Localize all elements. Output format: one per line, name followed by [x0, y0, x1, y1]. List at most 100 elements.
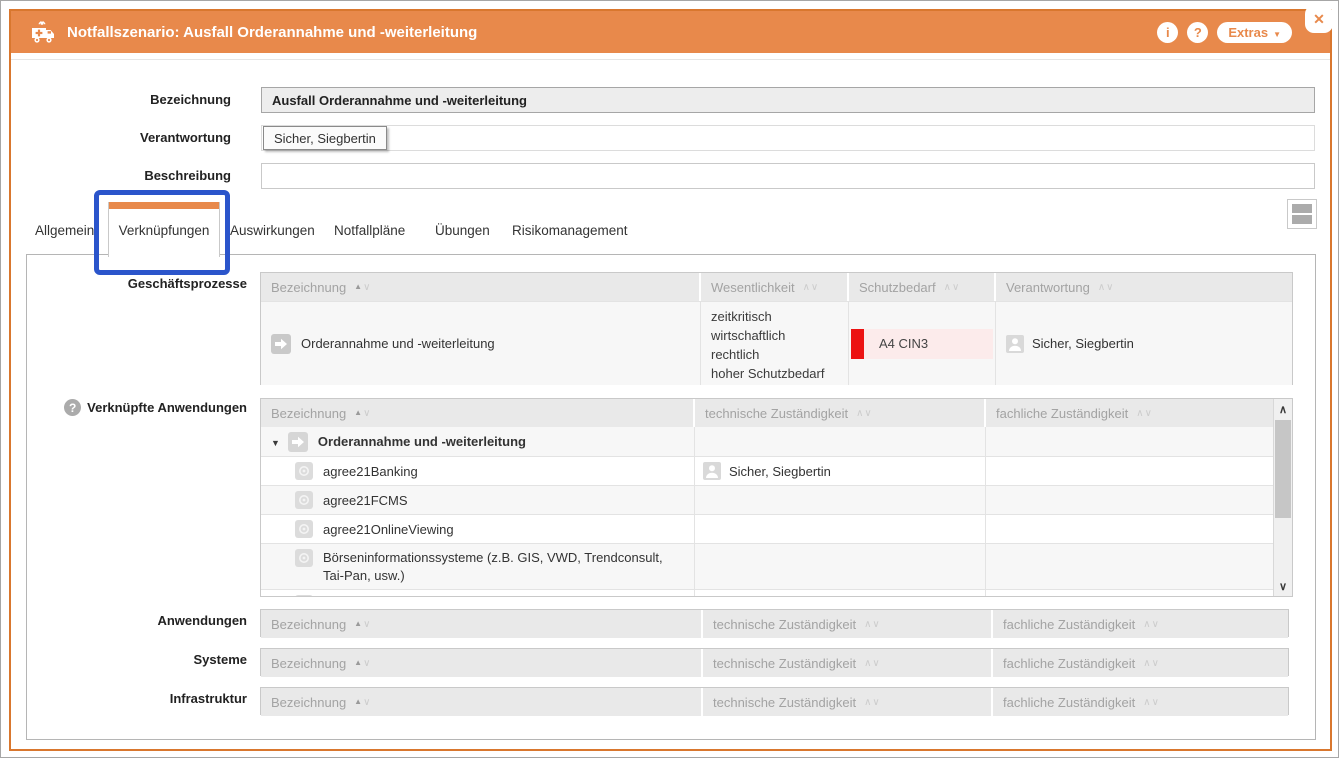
cell-bezeichnung: Orderannahme und -weiterleitung	[261, 302, 701, 385]
column-header-bezeichnung[interactable]: Bezeichnung	[261, 649, 703, 677]
column-header-schutzbedarf[interactable]: Schutzbedarf	[849, 273, 996, 301]
verantwortung-field[interactable]: Sicher, Siegbertin	[261, 125, 1315, 151]
column-header-label: fachliche Zuständigkeit	[1003, 617, 1135, 632]
column-header-technische-zustaendigkeit[interactable]: technische Zuständigkeit	[703, 649, 993, 677]
sort-icon	[864, 619, 881, 630]
cell-schutzbedarf: A4 CIN3	[849, 302, 996, 385]
tree-parent-row[interactable]: Orderannahme und -weiterleitung	[261, 427, 1273, 456]
column-header-bezeichnung[interactable]: Bezeichnung	[261, 273, 701, 301]
help-icon: ?	[1194, 25, 1202, 40]
scrollbar-down-button[interactable]	[1274, 576, 1292, 596]
sort-icon	[1136, 408, 1153, 419]
table-header-row: Bezeichnung technische Zuständigkeit fac…	[261, 610, 1288, 638]
column-header-label: Verantwortung	[1006, 280, 1090, 295]
extras-button[interactable]: Extras	[1217, 22, 1292, 43]
cell-fachliche-zustaendigkeit	[986, 457, 1273, 485]
column-header-bezeichnung[interactable]: Bezeichnung	[261, 610, 703, 638]
bezeichnung-field[interactable]: Ausfall Orderannahme und -weiterleitung	[261, 87, 1315, 113]
tab-notfallplaene[interactable]: Notfallpläne	[334, 223, 405, 238]
column-header-technische-zustaendigkeit[interactable]: technische Zuständigkeit	[703, 688, 993, 716]
column-header-bezeichnung[interactable]: Bezeichnung	[261, 688, 703, 716]
process-name: Orderannahme und -weiterleitung	[318, 434, 526, 449]
cell-technische-zustaendigkeit	[695, 486, 986, 514]
table-row-partial[interactable]	[261, 589, 1273, 596]
column-header-wesentlichkeit[interactable]: Wesentlichkeit	[701, 273, 849, 301]
table-row[interactable]: Börseninformationssysteme (z.B. GIS, VWD…	[261, 543, 1273, 589]
layout-toggle-button[interactable]	[1287, 199, 1317, 229]
help-button[interactable]: ?	[1187, 22, 1208, 43]
application-icon	[295, 491, 313, 509]
application-icon	[295, 549, 313, 567]
table-header-row: Bezeichnung technische Zuständigkeit fac…	[261, 688, 1288, 716]
info-button[interactable]: i	[1157, 22, 1178, 43]
geschaeftsprozesse-label: Geschäftsprozesse	[27, 276, 247, 291]
verantwortung-chip[interactable]: Sicher, Siegbertin	[263, 126, 387, 150]
verknuepfte-anwendungen-label: ? Verknüpfte Anwendungen	[27, 399, 247, 416]
tab-verknuepfungen-active[interactable]: Verknüpfungen	[108, 202, 220, 257]
column-header-label: technische Zuständigkeit	[713, 656, 856, 671]
cell-bezeichnung: Orderannahme und -weiterleitung	[261, 427, 695, 456]
ambulance-icon	[29, 20, 57, 44]
cell-fachliche-zustaendigkeit	[986, 515, 1273, 543]
section-label-text: Systeme	[194, 652, 247, 667]
sort-icon	[354, 697, 371, 708]
cell-technische-zustaendigkeit	[695, 515, 986, 543]
schutzbedarf-value: A4 CIN3	[879, 336, 928, 351]
wesentlichkeit-item: wirtschaftlich	[711, 326, 824, 345]
systeme-label: Systeme	[27, 652, 247, 667]
header-separator	[11, 59, 1330, 60]
technische-zustaendigkeit-value: Sicher, Siegbertin	[729, 464, 831, 479]
scrollbar-up-button[interactable]	[1274, 399, 1292, 419]
table-header-row: Bezeichnung technische Zuständigkeit fac…	[261, 399, 1273, 427]
application-name: agree21OnlineViewing	[323, 522, 454, 537]
table-row[interactable]: agree21FCMS	[261, 485, 1273, 514]
application-icon	[295, 520, 313, 538]
sort-icon	[354, 408, 371, 419]
sort-icon	[856, 408, 873, 419]
wesentlichkeit-item: hoher Schutzbedarf	[711, 364, 824, 383]
column-header-fachliche-zustaendigkeit[interactable]: fachliche Zuständigkeit	[993, 649, 1288, 677]
cell-technische-zustaendigkeit	[695, 427, 986, 456]
column-header-fachliche-zustaendigkeit[interactable]: fachliche Zuständigkeit	[986, 399, 1273, 427]
column-header-fachliche-zustaendigkeit[interactable]: fachliche Zuständigkeit	[993, 610, 1288, 638]
vertical-scrollbar[interactable]	[1273, 399, 1292, 596]
cell-bezeichnung: agree21OnlineViewing	[261, 515, 695, 543]
sort-icon	[354, 282, 371, 293]
chevron-down-icon	[1273, 25, 1281, 40]
infrastruktur-table: Bezeichnung technische Zuständigkeit fac…	[260, 687, 1289, 715]
table-row[interactable]: agree21Banking Sicher, Siegbertin	[261, 456, 1273, 485]
table-row[interactable]: agree21OnlineViewing	[261, 514, 1273, 543]
help-icon[interactable]: ?	[64, 399, 81, 416]
column-header-label: Bezeichnung	[271, 406, 346, 421]
list-rows-icon	[1292, 215, 1312, 224]
column-header-technische-zustaendigkeit[interactable]: technische Zuständigkeit	[703, 610, 993, 638]
active-tab-accent-bar	[109, 202, 219, 209]
geschaeftsprozesse-table: Bezeichnung Wesentlichkeit Schutzbedarf …	[260, 272, 1293, 385]
column-header-label: technische Zuständigkeit	[713, 617, 856, 632]
column-header-fachliche-zustaendigkeit[interactable]: fachliche Zuständigkeit	[993, 688, 1288, 716]
scrollbar-thumb[interactable]	[1275, 420, 1291, 518]
cell-bezeichnung: agree21FCMS	[261, 486, 695, 514]
tab-risikomanagement[interactable]: Risikomanagement	[512, 223, 628, 238]
beschreibung-field[interactable]	[261, 163, 1315, 189]
close-button[interactable]: ✕	[1305, 5, 1333, 33]
column-header-verantwortung[interactable]: Verantwortung	[996, 273, 1292, 301]
sort-icon	[864, 697, 881, 708]
collapse-icon[interactable]	[271, 434, 280, 449]
cell-fachliche-zustaendigkeit	[986, 590, 1273, 596]
verantwortung-label: Verantwortung	[31, 130, 231, 145]
table-row[interactable]: Orderannahme und -weiterleitung zeitkrit…	[261, 301, 1292, 385]
column-header-technische-zustaendigkeit[interactable]: technische Zuständigkeit	[695, 399, 986, 427]
application-name: Börseninformationssysteme (z.B. GIS, VWD…	[323, 544, 694, 589]
dialog-title: Notfallszenario: Ausfall Orderannahme un…	[67, 24, 477, 41]
anwendungen-table: Bezeichnung technische Zuständigkeit fac…	[260, 609, 1289, 637]
tab-allgemein[interactable]: Allgemein	[35, 223, 94, 238]
tab-uebungen[interactable]: Übungen	[435, 223, 490, 238]
verknuepfungen-tab-panel: Geschäftsprozesse Bezeichnung Wesentlich…	[26, 254, 1316, 740]
cell-technische-zustaendigkeit	[695, 590, 986, 596]
tab-auswirkungen[interactable]: Auswirkungen	[230, 223, 315, 238]
column-header-bezeichnung[interactable]: Bezeichnung	[261, 399, 695, 427]
cell-technische-zustaendigkeit: Sicher, Siegbertin	[695, 457, 986, 485]
cell-bezeichnung: Börseninformationssysteme (z.B. GIS, VWD…	[261, 544, 695, 589]
sort-icon	[1143, 619, 1160, 630]
